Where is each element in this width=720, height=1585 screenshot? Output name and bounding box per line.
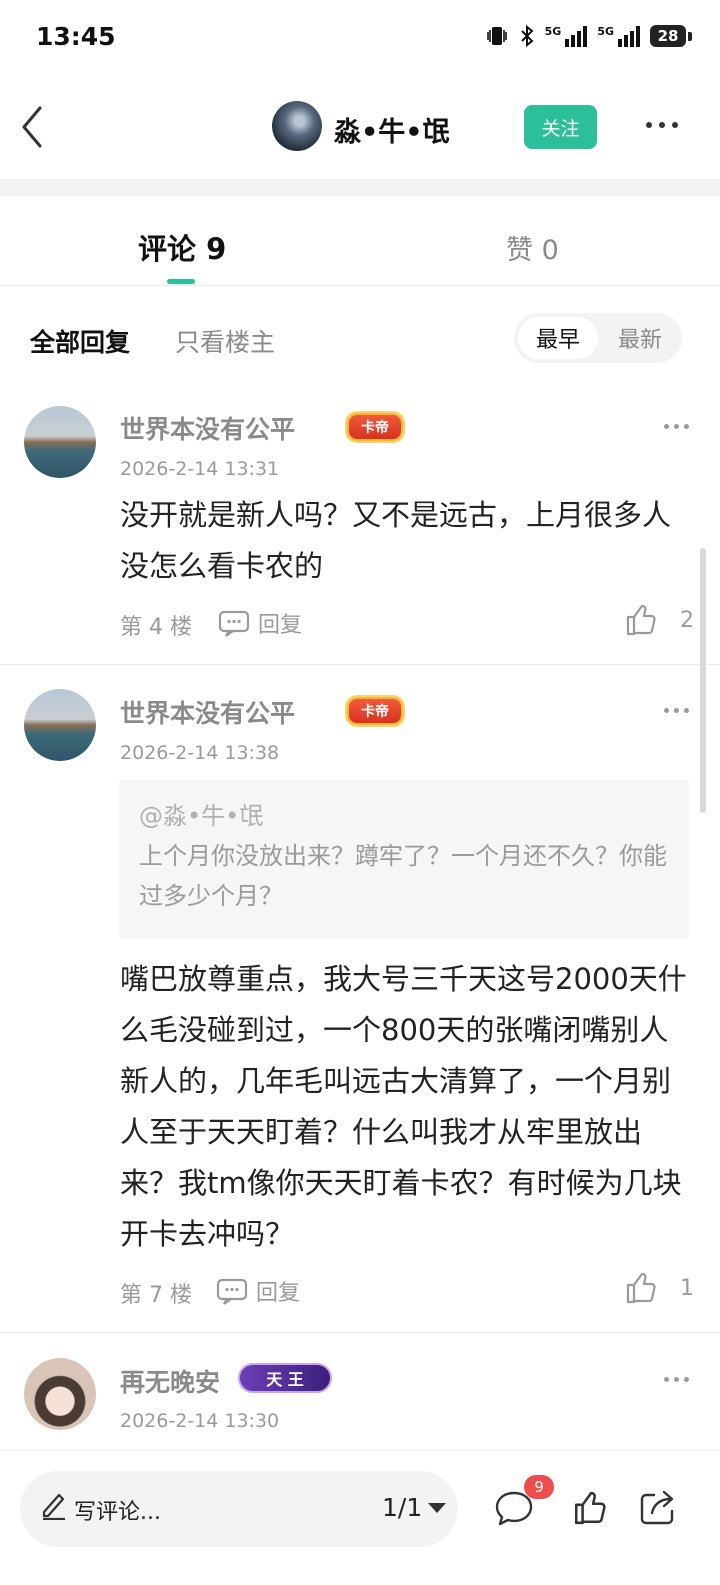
write-comment-placeholder[interactable]: 写评论... — [74, 1494, 161, 1526]
level-badge: 天 王 — [238, 1363, 332, 1393]
header-username[interactable]: 淼•牛•氓 — [334, 110, 450, 149]
status-time: 13:45 — [36, 22, 116, 51]
vibrate-icon — [486, 27, 507, 45]
comment-divider — [0, 1332, 720, 1333]
reply-button[interactable]: 回复 — [218, 607, 302, 639]
quoted-reply[interactable]: @淼•牛•氓 上个月你没放出来？蹲牢了？一个月还不久？你能过多少个月？ — [119, 780, 689, 938]
comment-divider — [0, 664, 720, 665]
comment-time: 2026-2-14 13:38 — [120, 742, 280, 764]
comment-avatar[interactable] — [24, 689, 96, 761]
bluetooth-icon — [520, 24, 534, 48]
comment-text: 没开就是新人吗？又不是远古，上月很多人没怎么看卡农的 — [120, 498, 672, 583]
comment-count-badge: 9 — [524, 1475, 554, 1499]
comment-text: 嘴巴放尊重点，我大号三千天这号2000天什么毛没碰到过，一个800天的张嘴闭嘴别… — [120, 962, 687, 1251]
share-icon[interactable] — [638, 1489, 678, 1527]
battery-icon: 28 — [650, 25, 686, 47]
sort-latest-button[interactable]: 最新 — [604, 317, 676, 359]
level-badge: 卡帝 — [326, 410, 424, 444]
thumbs-up-icon — [626, 604, 656, 636]
quoted-text: 上个月你没放出来？蹲牢了？一个月还不久？你能过多少个月？ — [139, 842, 667, 910]
thumbs-up-icon[interactable] — [572, 1489, 608, 1527]
scrollbar[interactable] — [700, 548, 706, 813]
floor-number: 第 4 楼 — [120, 615, 192, 640]
like-button[interactable]: 1 — [624, 1271, 694, 1305]
comment-avatar[interactable] — [24, 406, 96, 478]
like-button[interactable]: 2 — [624, 603, 694, 637]
reply-icon — [216, 1278, 248, 1305]
level-badge: 卡帝 — [326, 694, 424, 728]
floor-number: 第 7 楼 — [120, 1283, 192, 1308]
page-indicator[interactable]: 1/1 — [382, 1493, 422, 1522]
section-divider — [0, 179, 720, 196]
sort-earliest-button[interactable]: 最早 — [518, 317, 598, 359]
signal-icon-1: 5G — [545, 25, 588, 47]
comment-username[interactable]: 世界本没有公平 — [120, 410, 295, 446]
tab-active-indicator — [167, 279, 195, 284]
reply-button[interactable]: 回复 — [216, 1275, 300, 1307]
comment-time: 2026-2-14 13:30 — [120, 1410, 280, 1432]
like-count: 1 — [680, 1275, 694, 1301]
tab-likes[interactable]: 赞 0 — [506, 228, 559, 267]
comment-avatar[interactable] — [24, 1358, 96, 1430]
reply-label: 回复 — [258, 613, 303, 638]
thumbs-up-icon — [626, 1272, 656, 1304]
follow-button[interactable]: 关注 — [524, 105, 597, 149]
signal-icon-2: 5G — [597, 25, 640, 47]
comment-more-icon[interactable] — [664, 1377, 689, 1382]
back-icon[interactable] — [18, 104, 48, 150]
header-avatar[interactable] — [272, 101, 322, 151]
comment-time: 2026-2-14 13:31 — [120, 458, 280, 480]
tab-comments[interactable]: 评论 9 — [138, 226, 226, 268]
tab-divider — [0, 285, 720, 286]
filter-all-replies[interactable]: 全部回复 — [30, 323, 130, 359]
reply-label: 回复 — [256, 1281, 301, 1306]
reply-icon — [218, 610, 250, 637]
like-count: 2 — [680, 607, 694, 633]
comment-username[interactable]: 世界本没有公平 — [120, 694, 295, 730]
comment-more-icon[interactable] — [664, 424, 689, 429]
filter-op-only[interactable]: 只看楼主 — [175, 323, 275, 359]
comment-more-icon[interactable] — [664, 708, 689, 713]
caret-down-icon[interactable] — [428, 1503, 446, 1513]
quoted-username: @淼•牛•氓 — [139, 802, 264, 830]
status-icons: 5G 5G 28 — [485, 24, 692, 48]
pencil-icon — [42, 1493, 65, 1520]
more-options-icon[interactable] — [646, 122, 678, 128]
comment-username[interactable]: 再无晚安 — [120, 1363, 220, 1399]
